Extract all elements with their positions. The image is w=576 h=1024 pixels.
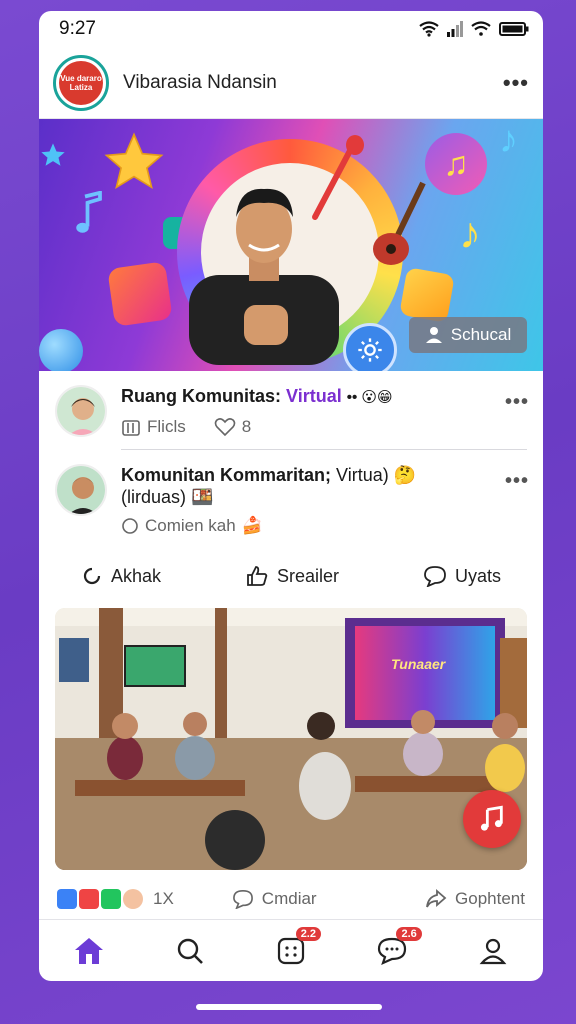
logo-text: Vue dararo Latiza — [59, 60, 103, 105]
comment-action-label: Cmdiar — [261, 889, 317, 908]
post-title-plain: Virtua) — [336, 465, 389, 485]
phone-screen: 9:27 Vue dararo Latiza Vibarasia Ndansin… — [39, 11, 543, 981]
food-emoji-icon: 🍱 — [191, 487, 214, 507]
avatar[interactable] — [55, 464, 107, 516]
page-title: Vibarasia Ndansin — [123, 71, 277, 93]
tab-profile[interactable] — [473, 931, 513, 971]
bottom-tab-bar: 2.2 2.6 — [39, 919, 543, 981]
blue-orb — [39, 329, 83, 371]
post-title: Ruang Komunitas: Virtual •• 😮😁 — [121, 385, 527, 409]
small-star-icon — [41, 143, 65, 166]
action-akhak[interactable]: Akhak — [81, 565, 161, 587]
share-icon — [426, 889, 447, 908]
app-icon-camera — [107, 261, 173, 327]
chat-icon — [377, 937, 406, 965]
heart-icon — [214, 418, 236, 437]
action-sreailer[interactable]: Sreailer — [245, 565, 339, 587]
avatar[interactable] — [55, 385, 107, 437]
stage-sign: Tunaaer — [391, 656, 446, 672]
guitar-icon — [373, 181, 426, 265]
files-meta[interactable]: Flicls — [121, 417, 186, 437]
comment-icon — [424, 566, 446, 587]
home-icon — [75, 937, 104, 964]
post-title-main: Komunitan Kommaritan; — [121, 465, 332, 485]
action-uyats-label: Uyats — [454, 565, 501, 586]
share-action[interactable]: Gophtent — [425, 889, 525, 909]
brand-logo[interactable]: Vue dararo Latiza — [53, 54, 109, 111]
app-icon-yellow — [399, 267, 455, 323]
page-header: Vue dararo Latiza Vibarasia Ndansin ••• — [39, 47, 543, 119]
tab-search[interactable] — [170, 931, 210, 971]
like-meta[interactable]: 8 — [214, 417, 251, 437]
music-button[interactable] — [463, 790, 521, 848]
community-photo[interactable]: Tunaaer — [55, 608, 527, 870]
music-note-icon — [76, 191, 102, 233]
action-sreailer-label: Sreailer — [276, 565, 340, 586]
hero-banner: ♫ ♪ ♪ Schucal — [39, 119, 543, 371]
post-title: Komunitan Kommaritan; Virtua) 🤔 — [121, 464, 527, 486]
post-item-1[interactable]: Ruang Komunitas: Virtual •• 😮😁 Flicls 8 … — [39, 371, 543, 437]
tab-chat[interactable]: 2.6 — [372, 926, 422, 971]
post-item-2[interactable]: Komunitan Kommaritan; Virtua) 🤔 (lirduas… — [39, 450, 543, 536]
schedule-label: Schucal — [450, 325, 512, 344]
music-note-blue-icon: ♪ — [499, 119, 518, 161]
post-title-main: Ruang Komunitas: — [121, 386, 281, 406]
drumstick-icon — [312, 135, 364, 220]
like-count: 8 — [241, 417, 252, 436]
schedule-button[interactable]: Schucal — [409, 317, 527, 353]
comment-icon — [232, 889, 253, 909]
music-note-yellow-icon: ♪ — [459, 209, 481, 258]
emoji-icon: 🤔 — [393, 465, 417, 485]
signal-icon — [447, 21, 463, 37]
comment-label: Comien kah — [145, 516, 236, 535]
profile-icon — [479, 938, 506, 964]
post-title-accent: Virtual — [286, 386, 342, 406]
post-subtitle-row: (lirduas) 🍱 — [121, 486, 527, 508]
reaction-bar: 1X Cmdiar Gophtent — [39, 878, 543, 920]
share-action-label: Gophtent — [455, 889, 525, 908]
battery-icon — [499, 22, 529, 36]
circle-icon — [122, 518, 138, 534]
more-options-icon[interactable]: ••• — [503, 70, 529, 96]
feed-badge: 2.2 — [295, 926, 321, 941]
star-icon — [104, 132, 164, 190]
gear-badge-button[interactable] — [343, 323, 397, 371]
grid-icon — [277, 937, 305, 964]
refresh-icon — [83, 567, 101, 585]
reaction-blue-icon — [57, 889, 77, 909]
reaction-red-icon — [79, 889, 99, 909]
thumbs-up-icon — [247, 566, 268, 586]
music-bubble-icon: ♫ — [425, 133, 487, 195]
status-icons — [419, 21, 529, 37]
reaction-face-icon — [123, 889, 143, 909]
cake-emoji-icon: 🍰 — [241, 516, 263, 535]
search-icon — [177, 938, 204, 964]
reaction-count: 1X — [153, 889, 174, 908]
music-note-icon — [480, 805, 503, 831]
files-icon — [122, 420, 140, 436]
status-bar: 9:27 — [39, 11, 543, 47]
tab-home[interactable] — [69, 931, 109, 971]
tab-feed[interactable]: 2.2 — [271, 926, 321, 971]
reaction-emojis[interactable] — [57, 889, 143, 909]
cafe-scene — [55, 608, 527, 870]
comment-action[interactable]: Cmdiar — [232, 889, 317, 909]
home-indicator[interactable] — [196, 1004, 382, 1010]
reaction-green-icon — [101, 889, 121, 909]
action-akhak-label: Akhak — [110, 565, 162, 586]
post-more-icon[interactable]: ••• — [505, 470, 529, 493]
post-more-icon[interactable]: ••• — [505, 391, 529, 414]
action-bar: Akhak Sreailer Uyats — [39, 552, 543, 600]
files-label: Flicls — [147, 417, 186, 436]
wifi-icon — [419, 21, 439, 37]
status-time: 9:27 — [59, 18, 96, 39]
chat-badge: 2.6 — [396, 926, 422, 941]
comment-meta[interactable]: Comien kah 🍰 — [121, 516, 263, 536]
person-icon — [425, 327, 442, 343]
emoji-reactions-icon: •• 😮😁 — [346, 389, 393, 406]
post-subtitle: (lirduas) — [121, 487, 187, 507]
action-uyats[interactable]: Uyats — [423, 565, 501, 587]
gear-icon — [358, 338, 382, 362]
wifi-icon-2 — [471, 21, 491, 36]
